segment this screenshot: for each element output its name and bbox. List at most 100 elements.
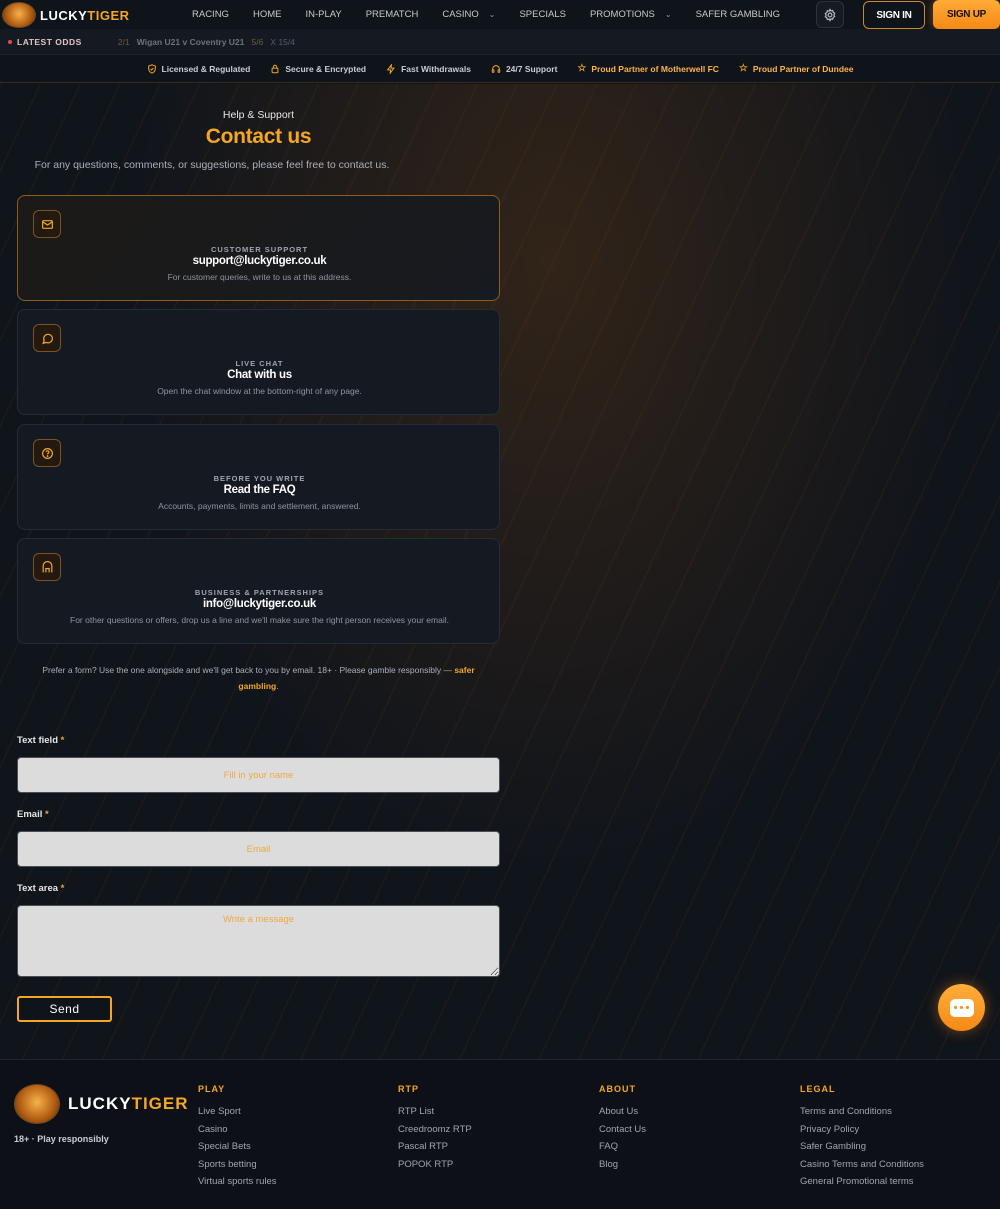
footer-column-play: PLAY Live Sport Casino Special Bets Spor…	[198, 1084, 277, 1191]
trust-support: 24/7 Support	[491, 64, 557, 74]
footer-link[interactable]: Virtual sports rules	[198, 1173, 277, 1191]
live-dot-icon	[8, 39, 12, 44]
footer-logo[interactable]: LUCKYTIGER	[14, 1084, 189, 1124]
footer-link[interactable]: Blog	[599, 1156, 646, 1174]
send-button[interactable]: Send	[17, 996, 112, 1022]
email-field-label: Email *	[17, 809, 49, 820]
footer-link[interactable]: Privacy Policy	[800, 1121, 924, 1139]
card-description: Accounts, payments, limits and settlemen…	[158, 501, 361, 511]
star-icon: ☆	[738, 63, 748, 74]
footer-link[interactable]: POPOK RTP	[398, 1156, 472, 1174]
footer-link[interactable]: Pascal RTP	[398, 1138, 472, 1156]
card-title[interactable]: info@luckytiger.co.uk	[18, 598, 501, 610]
contact-card-customer-support[interactable]: CUSTOMER SUPPORT support@luckytiger.co.u…	[17, 195, 500, 301]
sign-up-button[interactable]: SIGN UP	[933, 0, 1000, 29]
lock-icon	[271, 64, 279, 73]
site-footer: LUCKYTIGER 18+ · Play responsibly PLAY L…	[0, 1059, 1000, 1209]
footer-link[interactable]: Creedroomz RTP	[398, 1121, 472, 1139]
contact-card-live-chat[interactable]: LIVE CHAT Chat with us Open the chat win…	[17, 309, 500, 415]
gear-icon	[824, 7, 836, 22]
card-kicker: BUSINESS & PARTNERSHIPS	[194, 588, 325, 597]
message-field-label: Text area *	[17, 883, 65, 894]
footer-link[interactable]: Contact Us	[599, 1121, 646, 1139]
trust-partner-dundee: ☆ Proud Partner of Dundee	[738, 63, 854, 74]
nav-item-prematch[interactable]: PREMATCH	[354, 9, 431, 20]
footer-wordmark: LUCKYTIGER	[68, 1094, 189, 1113]
card-kicker: LIVE CHAT	[235, 359, 284, 368]
trust-partner-motherwell: ☆ Proud Partner of Motherwell FC	[577, 63, 719, 74]
nav-item-safer-gambling[interactable]: SAFER GAMBLING	[684, 9, 792, 20]
footer-link[interactable]: Special Bets	[198, 1138, 277, 1156]
question-circle-icon	[33, 439, 61, 467]
contact-card-faq[interactable]: BEFORE YOU WRITE Read the FAQ Accounts, …	[17, 424, 500, 530]
odds-ticker-item[interactable]: 2/1 Wigan U21 v Coventry U21 5/6 X 15/4	[118, 37, 295, 47]
footer-link[interactable]: About Us	[599, 1103, 646, 1121]
nav-item-racing[interactable]: RACING	[180, 9, 241, 20]
footer-link[interactable]: Safer Gambling	[800, 1138, 924, 1156]
trust-secure: Secure & Encrypted	[270, 64, 366, 74]
footer-link[interactable]: Terms and Conditions	[800, 1103, 924, 1121]
chevron-down-icon: ⌄	[664, 10, 672, 19]
footer-column-title: LEGAL	[800, 1084, 836, 1094]
star-icon: ☆	[577, 63, 587, 74]
page-breadcrumb: Help & Support	[222, 109, 295, 121]
nav-item-casino[interactable]: CASINO ⌄	[430, 9, 507, 20]
form-note: Prefer a form? Use the one alongside and…	[42, 665, 475, 691]
card-title[interactable]: support@luckytiger.co.uk	[18, 255, 501, 267]
logo-wordmark: LUCKYTIGER	[40, 7, 130, 23]
nav-item-promotions[interactable]: PROMOTIONS ⌄	[578, 9, 684, 20]
footer-column-title: ABOUT	[599, 1084, 636, 1094]
message-textarea[interactable]	[17, 905, 500, 977]
lightning-icon	[386, 63, 396, 74]
footer-column-rtp: RTP RTP List Creedroomz RTP Pascal RTP P…	[398, 1084, 472, 1173]
footer-column-about: ABOUT About Us Contact Us FAQ Blog	[599, 1084, 646, 1173]
card-title[interactable]: Chat with us	[18, 369, 501, 381]
building-icon	[33, 553, 61, 581]
name-field-label: Text field *	[17, 735, 65, 746]
card-description: Open the chat window at the bottom-right…	[157, 386, 362, 396]
contact-card-business[interactable]: BUSINESS & PARTNERSHIPS info@luckytiger.…	[17, 538, 500, 644]
chat-icon	[949, 998, 974, 1017]
chat-bubble-icon	[33, 324, 61, 352]
footer-column-title: RTP	[398, 1084, 419, 1094]
sign-in-button[interactable]: SIGN IN	[863, 1, 925, 29]
site-logo[interactable]: LUCKYTIGER	[2, 2, 130, 28]
footer-column-title: PLAY	[198, 1084, 226, 1094]
trust-withdrawals: Fast Withdrawals	[386, 63, 471, 74]
chevron-down-icon: ⌄	[488, 10, 496, 19]
top-navigation-bar: LUCKYTIGER RACING HOME IN-PLAY PREMATCH …	[0, 0, 1000, 29]
page-description: For any questions, comments, or suggesti…	[34, 159, 390, 171]
trust-badges-bar: Licensed & Regulated Secure & Encrypted …	[0, 55, 1000, 83]
footer-link[interactable]: General Promotional terms	[800, 1173, 924, 1191]
tiger-logo-icon	[2, 2, 36, 28]
card-kicker: BEFORE YOU WRITE	[213, 474, 306, 483]
name-input[interactable]	[17, 757, 500, 793]
nav-item-home[interactable]: HOME	[241, 9, 294, 20]
footer-link[interactable]: RTP List	[398, 1103, 472, 1121]
page-title: Contact us	[205, 125, 312, 148]
trust-licensed: Licensed & Regulated	[147, 63, 250, 74]
card-description: For customer queries, write to us at thi…	[167, 272, 352, 282]
card-kicker: CUSTOMER SUPPORT	[210, 245, 309, 254]
tiger-logo-icon	[14, 1084, 60, 1124]
footer-link[interactable]: Casino	[198, 1121, 277, 1139]
latest-odds-label: LATEST ODDS	[8, 37, 82, 47]
nav-item-specials[interactable]: SPECIALS	[507, 9, 577, 20]
card-description: For other questions or offers, drop us a…	[70, 615, 449, 625]
card-title[interactable]: Read the FAQ	[18, 484, 501, 496]
live-chat-button[interactable]	[938, 984, 985, 1031]
latest-odds-ticker: LATEST ODDS 2/1 Wigan U21 v Coventry U21…	[0, 29, 1000, 55]
footer-column-legal: LEGAL Terms and Conditions Privacy Polic…	[800, 1084, 924, 1191]
footer-link[interactable]: Sports betting	[198, 1156, 277, 1174]
main-nav: RACING HOME IN-PLAY PREMATCH CASINO ⌄ SPE…	[180, 0, 792, 29]
mail-icon	[33, 210, 61, 238]
email-input[interactable]	[17, 831, 500, 867]
nav-item-in-play[interactable]: IN-PLAY	[293, 9, 353, 20]
shield-check-icon	[147, 63, 156, 74]
headset-icon	[491, 64, 501, 73]
responsible-gambling-note: 18+ · Play responsibly	[14, 1134, 109, 1144]
footer-link[interactable]: Casino Terms and Conditions	[800, 1156, 924, 1174]
settings-button[interactable]	[816, 1, 844, 28]
footer-link[interactable]: FAQ	[599, 1138, 646, 1156]
footer-link[interactable]: Live Sport	[198, 1103, 277, 1121]
